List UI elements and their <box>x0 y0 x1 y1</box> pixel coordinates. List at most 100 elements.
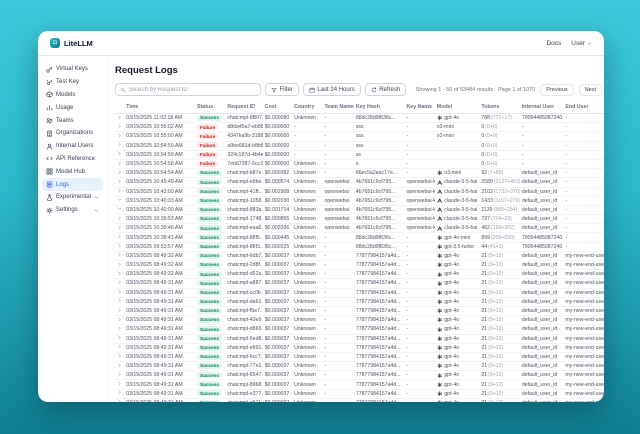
table-row[interactable]: 03/15/2025 11:02:18 AMSuccesschatcmpl-8B… <box>115 114 604 123</box>
tokens-total: 21 <box>481 336 487 342</box>
table-row[interactable]: 03/15/2025 10:40:33 AMSuccesschatcmpl-10… <box>115 196 604 205</box>
chevron-right-icon[interactable] <box>117 188 122 193</box>
chevron-right-icon[interactable] <box>117 381 122 386</box>
table-row[interactable]: 03/15/2025 10:39:53 AMSuccesschatcmpl-17… <box>115 215 604 224</box>
chevron-right-icon[interactable] <box>117 335 122 340</box>
key-name: - <box>406 262 408 268</box>
sidebar-item-internal-users[interactable]: Internal Users <box>42 140 103 153</box>
log-time: 03/15/2025 08:49:31 AM <box>126 336 183 342</box>
sidebar-item-model-hub[interactable]: Model Hub <box>42 165 103 178</box>
anthropic-icon <box>437 226 443 232</box>
table-row[interactable]: 03/15/2025 08:49:31 AMSuccesschatcmpl-6c… <box>115 352 604 361</box>
chevron-right-icon[interactable] <box>117 399 122 402</box>
chevron-right-icon[interactable] <box>117 262 122 267</box>
chevron-right-icon[interactable] <box>117 308 122 313</box>
chevron-right-icon[interactable] <box>117 372 122 377</box>
table-row[interactable]: 03/15/2025 08:49:31 AMSuccesschatcmpl-43… <box>115 316 604 325</box>
chevron-down-icon[interactable] <box>117 206 122 211</box>
next-page-button[interactable]: Next <box>579 84 602 96</box>
chevron-right-icon[interactable] <box>117 142 122 147</box>
table-row[interactable]: 03/15/2025 08:49:31 AMSuccesschatcmpl-89… <box>115 380 604 389</box>
internal-user: default_user_id <box>522 280 557 286</box>
sidebar-item-label: Usage <box>56 105 73 111</box>
refresh-button[interactable]: Refresh <box>365 83 407 96</box>
sidebar-item-logs[interactable]: Logs <box>42 178 103 191</box>
table-row[interactable]: 03/15/2025 08:49:31 AMSuccesschatcmpl-e3… <box>115 389 604 398</box>
chevron-right-icon[interactable] <box>117 151 122 156</box>
log-time: 03/15/2025 10:43:00 AM <box>126 189 183 195</box>
chevron-right-icon[interactable] <box>117 161 122 166</box>
chevron-right-icon[interactable] <box>117 289 122 294</box>
sidebar-item-experimental[interactable]: Experimental <box>42 191 103 204</box>
chevron-right-icon[interactable] <box>117 326 122 331</box>
sidebar-item-label: Test Key <box>56 79 79 85</box>
table-row[interactable]: 03/15/2025 10:40:00 AMSuccesschatcmpl-88… <box>115 205 604 214</box>
sidebar-item-settings[interactable]: Settings <box>42 204 103 217</box>
table-row[interactable]: 03/15/2025 08:49:32 AMSuccesschatcmpl-6d… <box>115 251 604 260</box>
table-row[interactable]: 03/15/2025 10:54:58 AMFailure7eb67387-6c… <box>115 159 604 168</box>
sidebar-item-test-key[interactable]: Test Key <box>42 76 103 89</box>
table-row[interactable]: 03/15/2025 08:49:32 AMSuccesschatcmpl-2d… <box>115 261 604 270</box>
previous-page-button[interactable]: Previous <box>540 84 573 96</box>
chevron-right-icon[interactable] <box>117 298 122 303</box>
table-row[interactable]: 03/15/2025 08:49:31 AMSuccesschatcmpl-6e… <box>115 334 604 343</box>
chevron-right-icon[interactable] <box>117 133 122 138</box>
tokens-total: 0 <box>481 124 484 130</box>
chevron-right-icon[interactable] <box>117 252 122 257</box>
sidebar-item-organizations[interactable]: Organizations <box>42 127 103 140</box>
time-range-button[interactable]: Last 24 Hours <box>303 83 361 96</box>
table-row[interactable]: 03/15/2025 08:49:31 AMSuccesschatcmpl-da… <box>115 297 604 306</box>
table-row[interactable]: 03/15/2025 10:39:46 AMSuccesschatcmpl-ea… <box>115 224 604 233</box>
search-input[interactable] <box>129 87 256 93</box>
table-row[interactable]: 03/15/2025 08:49:31 AMSuccesschatcmpl-77… <box>115 362 604 371</box>
table-row[interactable]: 03/15/2025 08:49:31 AMSuccesschatcmpl-e8… <box>115 343 604 352</box>
table-row[interactable]: 03/15/2025 08:49:31 AMSuccesschatcmpl-a8… <box>115 279 604 288</box>
chevron-right-icon[interactable] <box>117 124 122 129</box>
table-row[interactable]: 03/15/2025 10:55:02 AMFailured8da45a7-eb… <box>115 123 604 132</box>
chevron-right-icon[interactable] <box>117 179 122 184</box>
sidebar-item-teams[interactable]: Teams <box>42 114 103 127</box>
chevron-right-icon[interactable] <box>117 216 122 221</box>
chevron-right-icon[interactable] <box>117 363 122 368</box>
country-value: Unknown <box>294 308 316 314</box>
openai-icon <box>437 290 443 296</box>
tokens-breakdown: (9+12) <box>488 308 503 314</box>
sidebar-item-api-reference[interactable]: API Reference <box>42 153 103 166</box>
chevron-down-icon[interactable] <box>117 197 122 202</box>
table-row[interactable]: 03/15/2025 10:54:59 AMFailurea9be681d-b8… <box>115 141 604 150</box>
chevron-right-icon[interactable] <box>117 280 122 285</box>
chevron-right-icon[interactable] <box>117 344 122 349</box>
table-row[interactable]: 03/15/2025 10:38:41 AMSuccesschatcmpl-88… <box>115 233 604 242</box>
chevron-right-icon[interactable] <box>117 390 122 395</box>
brand-name: LiteLLM <box>64 39 93 48</box>
request-id: chatcmpl-a887... <box>227 280 262 286</box>
table-row[interactable]: 03/15/2025 10:54:59 AMFailure324c187d-4b… <box>115 150 604 159</box>
table-row[interactable]: 03/15/2025 10:43:00 AMSuccesschatcmpl-41… <box>115 187 604 196</box>
table-row[interactable]: 03/15/2025 08:49:31 AMSuccesschatcmpl-65… <box>115 371 604 380</box>
sidebar-item-usage[interactable]: Usage <box>42 101 103 114</box>
table-row[interactable]: 03/15/2025 08:49:31 AMSuccesschatcmpl-cc… <box>115 288 604 297</box>
user-menu[interactable]: User <box>571 40 592 47</box>
chevron-right-icon[interactable] <box>117 115 122 120</box>
chevron-right-icon[interactable] <box>117 243 122 248</box>
table-row[interactable]: 03/15/2025 08:49:32 AMSuccesschatcmpl-d5… <box>115 270 604 279</box>
table-row[interactable]: 03/15/2025 09:53:57 AMSuccesschatcmpl-88… <box>115 242 604 251</box>
table-row[interactable]: 03/15/2025 08:49:31 AMSuccesschatcmpl-a5… <box>115 398 604 402</box>
sidebar-item-virtual-keys[interactable]: Virtual Keys <box>42 63 103 76</box>
table-row[interactable]: 03/15/2025 08:49:31 AMSuccesschatcmpl-d8… <box>115 325 604 334</box>
chevron-right-icon[interactable] <box>117 317 122 322</box>
sidebar-item-label: API Reference <box>56 156 95 162</box>
request-id: chatcmpl-cc0b... <box>227 290 262 296</box>
chevron-right-icon[interactable] <box>117 170 122 175</box>
chevron-right-icon[interactable] <box>117 234 122 239</box>
table-row[interactable]: 03/15/2025 10:54:54 AMSuccesschatcmpl-b8… <box>115 169 604 178</box>
sidebar-item-models[interactable]: Models <box>42 89 103 102</box>
chevron-right-icon[interactable] <box>117 353 122 358</box>
table-row[interactable]: 03/15/2025 08:49:31 AMSuccesschatcmpl-f5… <box>115 306 604 315</box>
chevron-right-icon[interactable] <box>117 225 122 230</box>
table-row[interactable]: 03/15/2025 10:45:49 AMSuccesschatcmpl-eb… <box>115 178 604 187</box>
table-row[interactable]: 03/15/2025 10:55:00 AMFailure4347ka9b-31… <box>115 132 604 141</box>
docs-link[interactable]: Docs <box>546 40 561 47</box>
filter-button[interactable]: Filter <box>265 83 299 96</box>
chevron-right-icon[interactable] <box>117 271 122 276</box>
